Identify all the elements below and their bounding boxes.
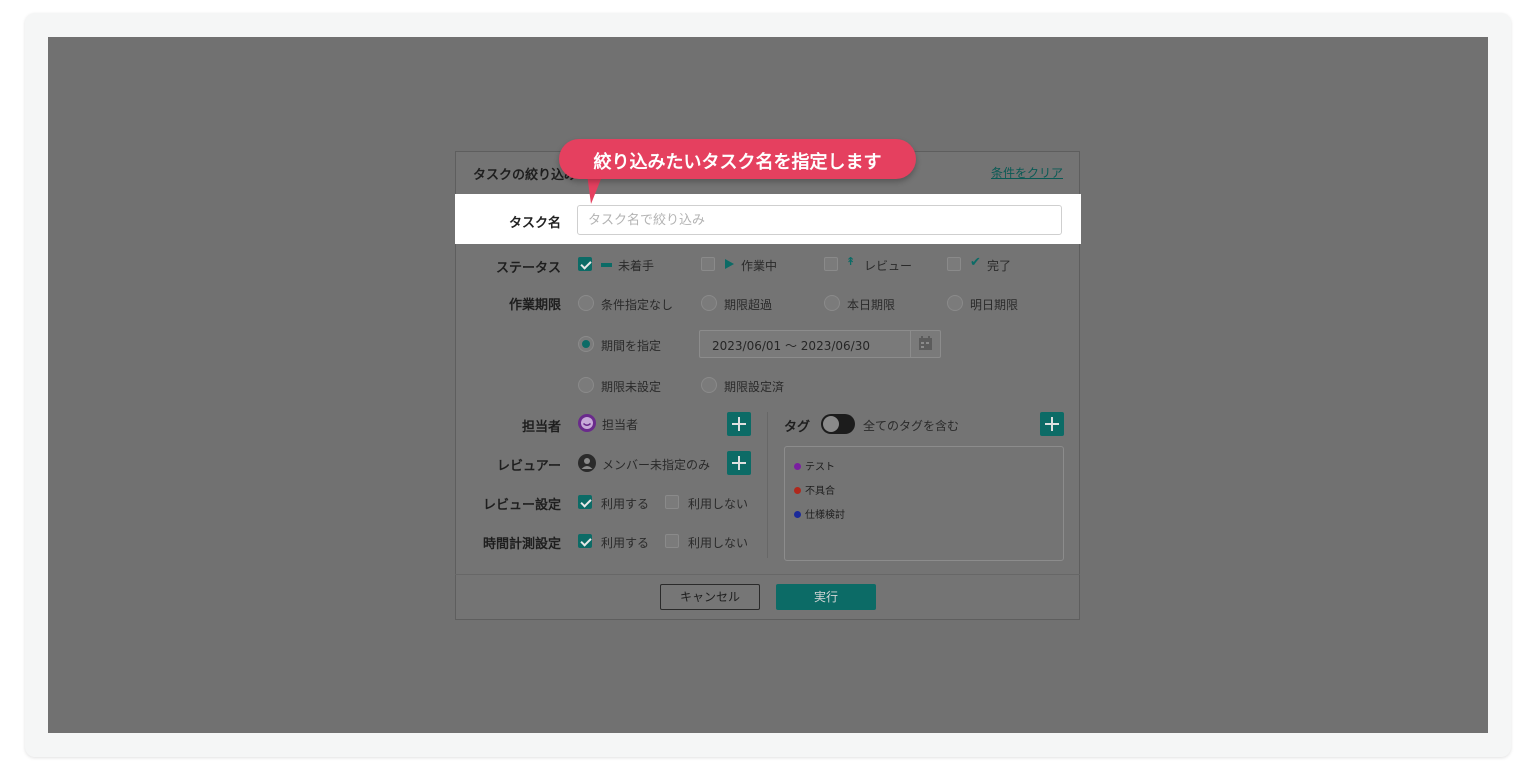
deadline-range-radio[interactable] — [578, 336, 594, 352]
tutorial-callout: 絞り込みたいタスク名を指定します — [559, 139, 916, 179]
tag-item[interactable]: テスト — [794, 458, 835, 473]
review-use-checkbox[interactable] — [578, 495, 592, 509]
assignee-label: 担当者 — [521, 420, 561, 435]
tag-item[interactable]: 不具合 — [794, 482, 835, 497]
calendar-icon[interactable] — [910, 331, 940, 357]
time-not-use-checkbox[interactable] — [665, 534, 679, 548]
execute-button[interactable]: 実行 — [776, 584, 876, 610]
tag-list: テスト 不具合 仕様検討 — [784, 446, 1064, 561]
cancel-button[interactable]: キャンセル — [660, 584, 760, 610]
footer-divider — [455, 574, 1080, 575]
review-use-label: 利用する — [601, 497, 650, 511]
status-done-label: 完了 — [987, 259, 1012, 273]
task-name-row: タスク名 — [455, 194, 1081, 244]
deadline-range-label: 期間を指定 — [601, 339, 662, 353]
all-tags-toggle-label: 全てのタグを含む — [863, 419, 960, 433]
tag-color-dot — [794, 463, 801, 470]
reviewer-label: レビュアー — [497, 459, 561, 474]
tag-color-dot — [794, 487, 801, 494]
add-reviewer-button[interactable] — [727, 451, 751, 475]
deadline-today-radio[interactable] — [824, 295, 840, 311]
task-name-label: タスク名 — [508, 216, 561, 231]
all-tags-toggle[interactable] — [821, 414, 855, 434]
assignee-avatar — [578, 414, 596, 432]
review-setting-label: レビュー設定 — [482, 498, 561, 513]
review-not-use-label: 利用しない — [688, 497, 749, 511]
status-label: ステータス — [495, 261, 561, 276]
play-icon — [725, 259, 734, 269]
status-todo-checkbox[interactable] — [578, 257, 592, 271]
status-todo-label: 未着手 — [618, 259, 655, 273]
task-name-input[interactable] — [577, 205, 1062, 235]
date-range-input[interactable]: 2023/06/01 〜 2023/06/30 — [699, 330, 941, 358]
deadline-set-radio[interactable] — [701, 377, 717, 393]
status-doing-label: 作業中 — [741, 259, 778, 273]
deadline-none-radio[interactable] — [578, 295, 594, 311]
clear-conditions-link[interactable]: 条件をクリア — [991, 164, 1063, 181]
tags-label: タグ — [784, 420, 811, 435]
review-not-use-checkbox[interactable] — [665, 495, 679, 509]
deadline-tomorrow-label: 明日期限 — [970, 298, 1019, 312]
deadline-unset-label: 期限未設定 — [601, 380, 662, 394]
deadline-none-label: 条件指定なし — [601, 298, 674, 312]
callout-text: 絞り込みたいタスク名を指定します — [593, 152, 882, 173]
tag-color-dot — [794, 511, 801, 518]
deadline-set-label: 期限設定済 — [724, 380, 785, 394]
status-doing-checkbox[interactable] — [701, 257, 715, 271]
minus-icon — [601, 263, 612, 267]
add-tag-button[interactable] — [1040, 412, 1064, 436]
deadline-label: 作業期限 — [508, 298, 561, 313]
status-review-label: レビュー — [864, 259, 913, 273]
status-done-checkbox[interactable] — [947, 257, 961, 271]
time-setting-label: 時間計測設定 — [482, 537, 561, 552]
time-use-label: 利用する — [601, 536, 650, 550]
deadline-tomorrow-radio[interactable] — [947, 295, 963, 311]
reviewer-value: メンバー未指定のみ — [602, 458, 711, 472]
status-review-checkbox[interactable] — [824, 257, 838, 271]
check-icon: ✔ — [970, 255, 981, 270]
deadline-overdue-label: 期限超過 — [724, 298, 773, 312]
deadline-overdue-radio[interactable] — [701, 295, 717, 311]
assignee-value: 担当者 — [602, 418, 639, 432]
add-assignee-button[interactable] — [727, 412, 751, 436]
deadline-today-label: 本日期限 — [847, 298, 896, 312]
review-icon: ↟ — [846, 255, 856, 268]
reviewer-avatar — [578, 454, 596, 472]
time-use-checkbox[interactable] — [578, 534, 592, 548]
time-not-use-label: 利用しない — [688, 536, 749, 550]
deadline-unset-radio[interactable] — [578, 377, 594, 393]
date-range-value: 2023/06/01 〜 2023/06/30 — [712, 339, 870, 353]
tag-item[interactable]: 仕様検討 — [794, 506, 845, 521]
column-divider — [767, 412, 768, 558]
